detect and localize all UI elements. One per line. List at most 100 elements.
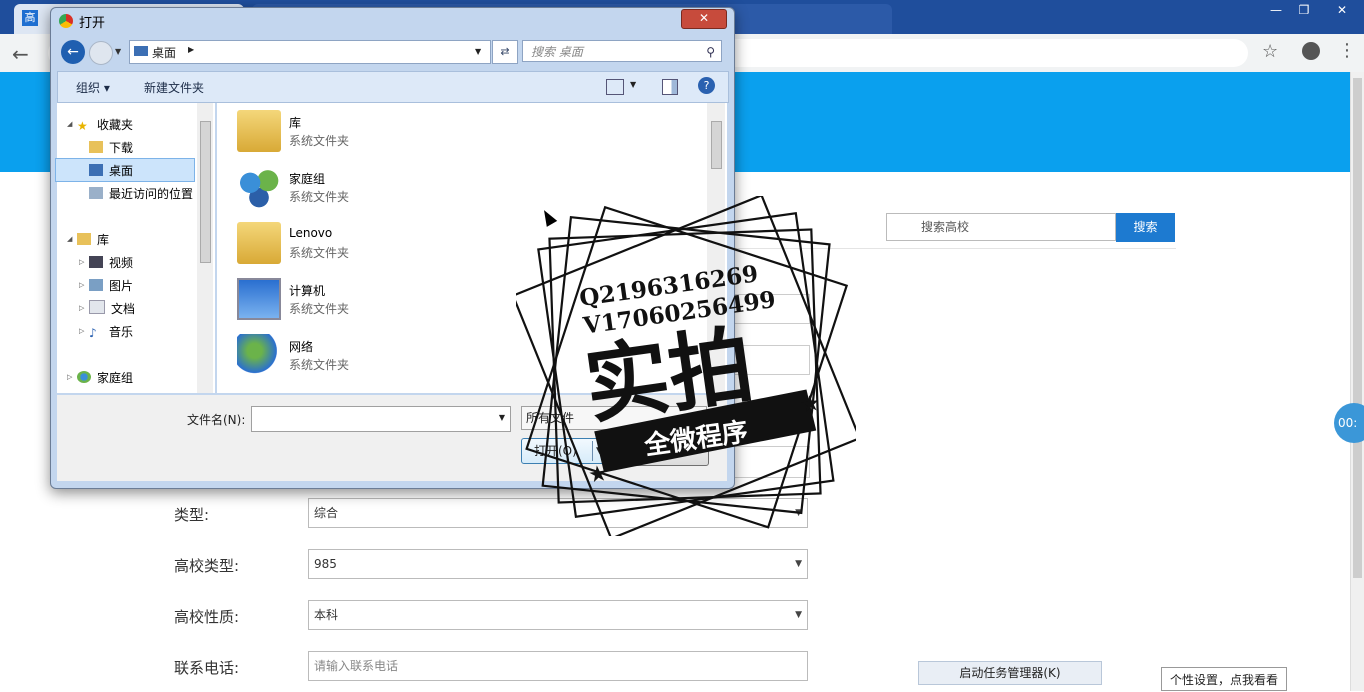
view-options-icon[interactable] [606,79,624,95]
personal-settings-button[interactable]: 个性设置，点我看看 [1161,667,1287,691]
college-type-select-value: 985 [314,557,337,571]
bookmark-star-icon[interactable]: ☆ [1262,41,1278,62]
refresh-icon[interactable]: ⇄ [492,40,518,64]
scroll-thumb[interactable] [1353,78,1362,578]
page-scrollbar[interactable] [1350,72,1364,691]
college-nature-select[interactable]: 本科 ▼ [308,600,808,630]
nav-item-recent[interactable]: 最近访问的位置 [89,185,193,202]
dropdown-arrow-icon: ▼ [795,559,802,569]
account-avatar-icon[interactable] [1302,42,1320,60]
nav-item-videos[interactable]: 视频 [89,254,133,271]
college-type-select[interactable]: 985 ▼ [308,549,808,579]
homegroup-icon [77,371,91,383]
task-manager-button[interactable]: 启动任务管理器(K) [918,661,1102,685]
recent-places-icon [89,187,103,199]
type-label: 类型: [174,506,210,524]
dialog-title: 打开 [79,16,106,31]
menu-dots-icon[interactable]: ⋮ [1338,40,1356,61]
file-item[interactable]: 计算机 系统文件夹 [237,278,537,328]
phone-label: 联系电话: [174,659,240,677]
file-item[interactable]: 库 系统文件夹 [237,110,537,160]
filename-label: 文件名(N): [187,413,246,427]
address-dropdown-icon[interactable]: ▼ [475,47,481,56]
watermark-stamp: Q2196316269 V17060256499 实拍 全微程序 ★ ★ [516,196,856,536]
history-dropdown-icon[interactable]: ▼ [115,47,121,56]
nav-item-label: 最近访问的位置 [109,187,194,201]
nav-item-desktop[interactable]: 桌面 [89,162,133,179]
chrome-logo-icon [59,14,73,28]
desktop-icon [89,164,103,176]
nav-item-label: 家庭组 [97,371,134,385]
documents-icon [89,300,105,314]
dialog-search-input[interactable]: 搜索 桌面 ⚲ [522,40,722,62]
file-type: 系统文件夹 [289,190,350,204]
back-arrow-icon[interactable]: ← [61,40,85,64]
user-folder-icon [237,222,281,264]
back-arrow-icon[interactable]: ← [12,42,29,66]
pictures-icon [89,279,103,291]
music-icon: ♪ [89,326,97,340]
nav-item-libraries[interactable]: 库 [77,231,109,248]
expand-arrow-icon[interactable]: ◢ [67,120,72,128]
desktop-icon [134,46,148,56]
file-item[interactable]: Lenovo 系统文件夹 [237,222,537,272]
phone-input[interactable]: 请输入联系电话 [308,651,808,681]
file-name: 网络 [289,340,314,354]
collapse-arrow-icon[interactable]: ▷ [67,373,72,381]
type-select-value: 综合 [314,506,339,520]
file-name: Lenovo [289,226,333,240]
search-button[interactable]: 搜索 [1116,213,1175,242]
file-item[interactable]: 家庭组 系统文件夹 [237,166,537,216]
star-icon: ★ [77,119,88,133]
search-icon: ⚲ [706,45,715,59]
preview-pane-icon[interactable] [662,79,678,95]
nav-item-music[interactable]: ♪ 音乐 [89,323,133,340]
scroll-thumb[interactable] [711,121,722,169]
minimize-icon[interactable]: — [1262,0,1290,20]
nav-item-label: 文档 [111,302,136,316]
nav-item-label: 图片 [109,279,134,293]
nav-item-label: 桌面 [109,164,134,178]
file-type: 系统文件夹 [289,302,350,316]
dropdown-arrow-icon: ▼ [795,610,802,620]
organize-menu[interactable]: 组织 ▾ [76,79,110,96]
scroll-thumb[interactable] [200,121,211,263]
dropdown-arrow-icon[interactable]: ▼ [499,413,505,422]
nav-item-favorites[interactable]: ★ 收藏夹 [77,116,133,133]
nav-item-label: 收藏夹 [97,118,134,132]
navigation-pane [57,103,215,393]
nav-pane-scrollbar[interactable] [197,103,213,393]
breadcrumb-arrow-icon[interactable]: ▶ [188,45,194,54]
nav-item-label: 视频 [109,256,134,270]
collapse-arrow-icon[interactable]: ▷ [79,258,84,266]
download-folder-icon [89,141,103,153]
forward-arrow-icon[interactable] [89,41,113,65]
expand-arrow-icon[interactable]: ◢ [67,235,72,243]
filename-input[interactable]: ▼ [251,406,511,432]
college-search-input[interactable]: 搜索高校 [886,213,1116,241]
close-window-icon[interactable]: ✕ [1328,0,1356,20]
recording-timer-badge[interactable]: 00: [1334,403,1364,443]
collapse-arrow-icon[interactable]: ▷ [79,281,84,289]
nav-item-documents[interactable]: 文档 [89,300,135,317]
nav-item-downloads[interactable]: 下载 [89,139,133,156]
nav-item-label: 下载 [109,141,134,155]
nav-item-pictures[interactable]: 图片 [89,277,133,294]
view-dropdown-icon[interactable]: ▼ [630,80,636,89]
dialog-close-button[interactable]: ✕ [681,9,727,29]
star-icon: ★ [799,391,822,419]
file-item[interactable]: 网络 系统文件夹 [237,334,537,384]
help-icon[interactable]: ? [698,77,715,94]
dialog-search-placeholder: 搜索 桌面 [531,45,583,59]
nav-item-homegroup[interactable]: 家庭组 [77,369,133,386]
collapse-arrow-icon[interactable]: ▷ [79,327,84,335]
collapse-arrow-icon[interactable]: ▷ [79,304,84,312]
new-folder-button[interactable]: 新建文件夹 [144,79,204,96]
restore-icon[interactable]: ❐ [1290,0,1318,20]
star-icon: ★ [587,461,610,489]
file-type: 系统文件夹 [289,246,350,260]
file-name: 家庭组 [289,172,326,186]
nav-item-label: 音乐 [109,325,134,339]
nav-item-label: 库 [97,233,110,247]
dialog-address-bar[interactable]: 桌面 ▶ ▼ [129,40,491,64]
